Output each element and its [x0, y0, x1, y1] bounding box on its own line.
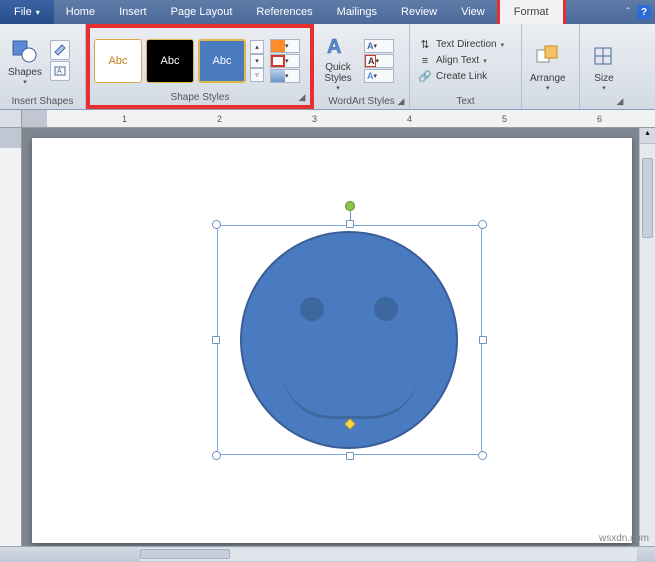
smiley-eye-right [374, 297, 398, 321]
wordart-dialog-launcher[interactable]: ◢ [395, 95, 407, 107]
style-gallery-more-button[interactable]: ▿ [250, 68, 264, 82]
resize-handle-l[interactable] [212, 336, 220, 344]
style-row-up-button[interactable]: ▴ [250, 40, 264, 54]
vertical-scrollbar[interactable]: ▴ [639, 128, 655, 546]
vertical-ruler[interactable] [0, 128, 22, 546]
chevron-down-icon: ▾ [374, 72, 378, 80]
shape-style-preset-1[interactable]: Abc [94, 39, 142, 83]
text-direction-button[interactable]: ⇅Text Direction ▾ [414, 37, 517, 53]
chevron-down-icon: ▾ [374, 42, 378, 50]
text-outline-button[interactable]: A▾ [364, 54, 394, 68]
quick-styles-button[interactable]: A Quick Styles ▾ [318, 28, 358, 94]
align-text-icon: ≡ [418, 54, 432, 68]
chevron-down-icon: ▾ [546, 84, 550, 92]
size-button[interactable]: Size ▾ [584, 39, 624, 94]
edit-shape-button[interactable] [50, 40, 70, 60]
smiley-face-shape[interactable] [240, 231, 458, 449]
text-direction-icon: ⇅ [418, 38, 432, 52]
group-arrange: Arrange ▾ [522, 24, 580, 109]
svg-text:A: A [327, 36, 341, 58]
group-insert-shapes: Shapes ▾ A Insert Shapes [0, 24, 86, 109]
size-icon [588, 41, 620, 73]
watermark-text: wsxdn.com [599, 533, 649, 544]
document-area: ▴ [0, 128, 655, 546]
text-box-button[interactable]: A [50, 61, 70, 81]
tab-mailings[interactable]: Mailings [325, 0, 389, 24]
group-label-text: Text [414, 95, 517, 109]
group-label-shape-styles: Shape Styles [94, 91, 306, 105]
link-icon: 🔗 [418, 70, 432, 84]
resize-handle-bl[interactable] [212, 451, 221, 460]
chevron-down-icon: ▾ [285, 57, 289, 65]
tab-review[interactable]: Review [389, 0, 449, 24]
svg-text:A: A [57, 68, 62, 75]
group-label-arrange [526, 106, 575, 109]
vertical-scroll-thumb[interactable] [642, 158, 653, 238]
ruler-corner [0, 110, 22, 128]
shape-styles-dialog-launcher[interactable]: ◢ [296, 91, 308, 103]
shape-style-preset-2[interactable]: Abc [146, 39, 194, 83]
chevron-down-icon: ▾ [602, 84, 606, 92]
group-wordart-styles: A Quick Styles ▾ A▾ A▾ A▾ WordArt Styles… [314, 24, 410, 109]
status-bar [0, 546, 655, 562]
arrange-button[interactable]: Arrange ▾ [526, 39, 570, 94]
shapes-gallery-button[interactable]: Shapes ▾ [4, 33, 46, 88]
chevron-down-icon: ▾ [376, 57, 380, 65]
rotation-handle[interactable] [345, 201, 355, 211]
minimize-ribbon-icon[interactable]: ˆ [621, 5, 635, 19]
chevron-down-icon: ▾ [285, 42, 289, 50]
shape-fill-button[interactable]: ▾ [270, 39, 300, 53]
style-row-down-button[interactable]: ▾ [250, 54, 264, 68]
tab-insert[interactable]: Insert [107, 0, 159, 24]
text-fill-button[interactable]: A▾ [364, 39, 394, 53]
document-canvas[interactable]: ▴ [22, 128, 655, 546]
chevron-down-icon: ▾ [336, 84, 340, 92]
shape-effects-button[interactable]: ▾ [270, 69, 300, 83]
horizontal-scroll-thumb[interactable] [140, 549, 230, 559]
tab-view[interactable]: View [449, 0, 497, 24]
resize-handle-r[interactable] [479, 336, 487, 344]
tab-home[interactable]: Home [54, 0, 107, 24]
smiley-mouth [282, 369, 420, 419]
group-label-insert-shapes: Insert Shapes [4, 95, 81, 109]
wordart-icon: A [322, 30, 354, 62]
tab-references[interactable]: References [244, 0, 324, 24]
resize-handle-tl[interactable] [212, 220, 221, 229]
shapes-icon [9, 35, 41, 67]
size-dialog-launcher[interactable]: ◢ [614, 95, 626, 107]
shape-outline-button[interactable]: ▾ [270, 54, 300, 68]
tab-file[interactable]: File [0, 0, 54, 24]
selected-shape[interactable] [217, 225, 482, 455]
group-label-wordart-styles: WordArt Styles [318, 95, 405, 109]
scroll-up-button[interactable]: ▴ [640, 128, 655, 144]
create-link-button[interactable]: 🔗Create Link [414, 69, 517, 85]
horizontal-ruler[interactable]: 1 2 3 4 5 6 [22, 110, 655, 128]
tab-format[interactable]: Format [497, 0, 566, 24]
ribbon-format: Shapes ▾ A Insert Shapes Abc Abc Abc ▴ ▾… [0, 24, 655, 110]
text-effects-button[interactable]: A▾ [364, 69, 394, 83]
resize-handle-br[interactable] [478, 451, 487, 460]
ribbon-tabs-bar: File Home Insert Page Layout References … [0, 0, 655, 24]
arrange-icon [532, 41, 564, 73]
chevron-down-icon: ▾ [23, 78, 27, 86]
group-text: ⇅Text Direction ▾ ≡Align Text ▾ 🔗Create … [410, 24, 522, 109]
resize-handle-t[interactable] [346, 220, 354, 228]
tab-page-layout[interactable]: Page Layout [159, 0, 245, 24]
smiley-eye-left [300, 297, 324, 321]
align-text-button[interactable]: ≡Align Text ▾ [414, 53, 517, 69]
group-size: Size ▾ ◢ [580, 24, 628, 109]
group-shape-styles: Abc Abc Abc ▴ ▾ ▿ ▾ ▾ ▾ Shape Styles ◢ [86, 24, 314, 109]
resize-handle-b[interactable] [346, 452, 354, 460]
shape-style-preset-3[interactable]: Abc [198, 39, 246, 83]
help-icon[interactable]: ? [637, 5, 651, 19]
resize-handle-tr[interactable] [478, 220, 487, 229]
page [32, 138, 632, 543]
chevron-down-icon: ▾ [285, 72, 289, 80]
